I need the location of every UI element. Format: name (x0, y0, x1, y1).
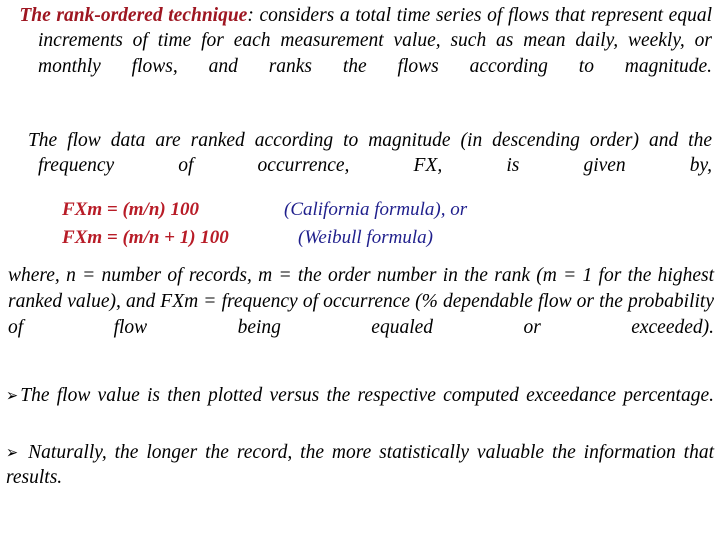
bullet-block-rank-ordered-technique: ➢ The rank-ordered technique: considers … (8, 3, 712, 104)
formula-expression-california: FXm = (m/n) 100 (62, 199, 199, 220)
formula-expression-weibull: FXm = (m/n + 1) 100 (62, 226, 229, 248)
bullet-two-paragraph: ➢ The flow data are ranked according to … (8, 128, 712, 204)
slide-canvas: ➢ The rank-ordered technique: considers … (0, 0, 720, 540)
bullet-block-longer-record: ➢ Naturally, the longer the record, the … (6, 440, 714, 516)
bullet-one-lead-term: The rank-ordered technique (19, 5, 248, 26)
formula-row-weibull: FXm = (m/n + 1) 100 (Weibull formula) (0, 224, 720, 252)
where-definition-paragraph: where, n = number of records, m = the or… (8, 265, 714, 338)
bullet-block-flow-value-plotted: ➢ The flow value is then plotted versus t… (6, 383, 714, 434)
bullet-four-paragraph: ➢ Naturally, the longer the record, the … (6, 440, 714, 516)
bullet-two-text: The flow data are ranked according to ma… (27, 130, 712, 177)
arrow-bullet-icon: ➢ (6, 443, 19, 463)
bullet-three-paragraph: ➢ The flow value is then plotted versus t… (6, 383, 714, 434)
formula-label-weibull: (Weibull formula) (298, 226, 433, 248)
formula-row-california: FXm = (m/n) 100 (California formula), or (0, 196, 720, 224)
arrow-bullet-icon: ➢ (6, 386, 19, 406)
bullet-three-text: The flow value is then plotted versus th… (20, 385, 714, 406)
bullet-one-paragraph: ➢ The rank-ordered technique: considers … (8, 3, 712, 104)
formula-label-california: (California formula), or (284, 199, 468, 220)
bullet-block-flow-data-ranked: ➢ The flow data are ranked according to … (8, 128, 712, 204)
bullet-four-text: Naturally, the longer the record, the mo… (6, 442, 715, 489)
formula-group: FXm = (m/n) 100 (California formula), or … (0, 196, 720, 251)
